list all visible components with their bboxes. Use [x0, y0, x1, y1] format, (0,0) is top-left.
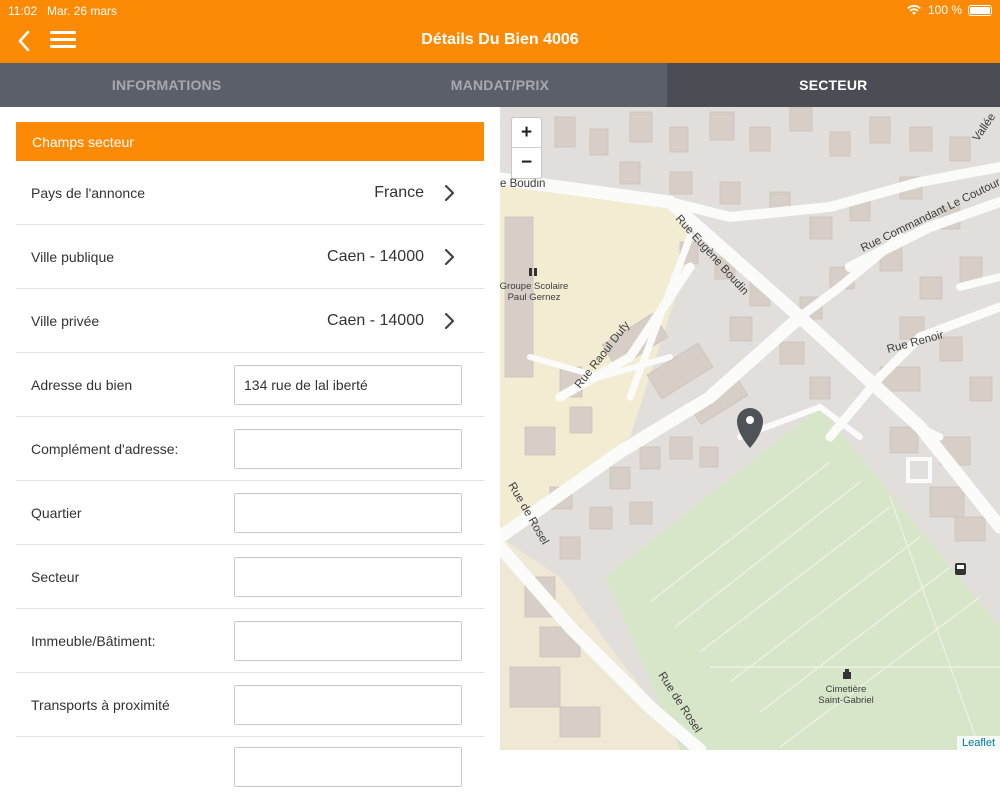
top-bar: 11:02 Mar. 26 mars 100 % Détails Du Bien…	[0, 0, 1000, 63]
tab-bar: INFORMATIONS MANDAT/PRIX SECTEUR	[0, 63, 1000, 107]
row-secteur: Secteur	[16, 545, 484, 609]
quartier-label: Quartier	[31, 504, 82, 521]
map-view[interactable]: e Boudin Rue Eugène Boudin Rue Commandan…	[500, 107, 1000, 750]
map-label-cemetery-2: Saint-Gabriel	[818, 695, 873, 706]
tab-informations[interactable]: INFORMATIONS	[0, 63, 333, 107]
row-immeuble: Immeuble/Bâtiment:	[16, 609, 484, 673]
pays-label: Pays de l'annonce	[31, 184, 145, 201]
row-complement: Complément d'adresse:	[16, 417, 484, 481]
pays-value: France	[374, 183, 424, 201]
zoom-in-button[interactable]: +	[512, 118, 541, 148]
partial-input[interactable]	[234, 747, 462, 787]
tab-secteur[interactable]: SECTEUR	[666, 63, 1000, 107]
status-indicators: 100 %	[906, 3, 992, 17]
row-transports: Transports à proximité	[16, 673, 484, 737]
ville-publique-value: Caen - 14000	[327, 247, 424, 265]
battery-icon	[968, 4, 992, 16]
row-partial	[16, 737, 484, 801]
battery-label: 100 %	[927, 3, 962, 17]
status-date: Mar. 26 mars	[47, 4, 118, 18]
map-label-school-2: Paul Gernez	[508, 292, 561, 303]
status-time: 11:02	[8, 4, 38, 18]
chevron-right-icon[interactable]	[442, 183, 456, 203]
zoom-control: + −	[511, 117, 542, 179]
secteur-input[interactable]	[234, 556, 462, 597]
wifi-icon	[907, 4, 921, 15]
adresse-label: Adresse du bien	[31, 376, 133, 393]
transports-label: Transports à proximité	[31, 696, 170, 713]
section-header: Champs secteur	[16, 122, 484, 161]
secteur-label: Secteur	[31, 568, 80, 585]
page-title: Détails Du Bien 4006	[421, 31, 579, 48]
tab-mandat-prix[interactable]: MANDAT/PRIX	[333, 63, 666, 107]
chevron-right-icon[interactable]	[442, 311, 456, 331]
row-pays[interactable]: Pays de l'annonce France	[16, 161, 484, 225]
ville-privee-label: Ville privée	[31, 312, 100, 329]
immeuble-input[interactable]	[234, 620, 462, 661]
chevron-right-icon[interactable]	[442, 247, 456, 267]
zoom-out-button[interactable]: −	[512, 148, 541, 178]
immeuble-label: Immeuble/Bâtiment:	[31, 632, 156, 649]
map-label-boudin: e Boudin	[500, 178, 545, 190]
row-ville-publique[interactable]: Ville publique Caen - 14000	[16, 225, 484, 289]
row-adresse: Adresse du bien 134 rue de lal iberté	[16, 353, 484, 417]
ville-privee-value: Caen - 14000	[327, 311, 424, 329]
transports-input[interactable]	[234, 684, 462, 725]
complement-input[interactable]	[234, 428, 462, 469]
map-label-school-1: Groupe Scolaire	[500, 281, 568, 292]
map-label-cemetery-1: Cimetière	[826, 684, 867, 695]
sector-form: Champs secteur Pays de l'annonce France …	[16, 122, 484, 801]
quartier-input[interactable]	[234, 492, 462, 533]
ville-publique-label: Ville publique	[31, 248, 115, 265]
map-canvas[interactable]: e Boudin Rue Eugène Boudin Rue Commandan…	[500, 107, 1000, 750]
map-attribution[interactable]: Leaflet	[956, 736, 1000, 750]
bus-icon	[955, 563, 966, 575]
row-quartier: Quartier	[16, 481, 484, 545]
row-ville-privee[interactable]: Ville privée Caen - 14000	[16, 289, 484, 353]
complement-label: Complément d'adresse:	[31, 440, 179, 457]
adresse-input[interactable]: 134 rue de lal iberté	[234, 364, 462, 405]
